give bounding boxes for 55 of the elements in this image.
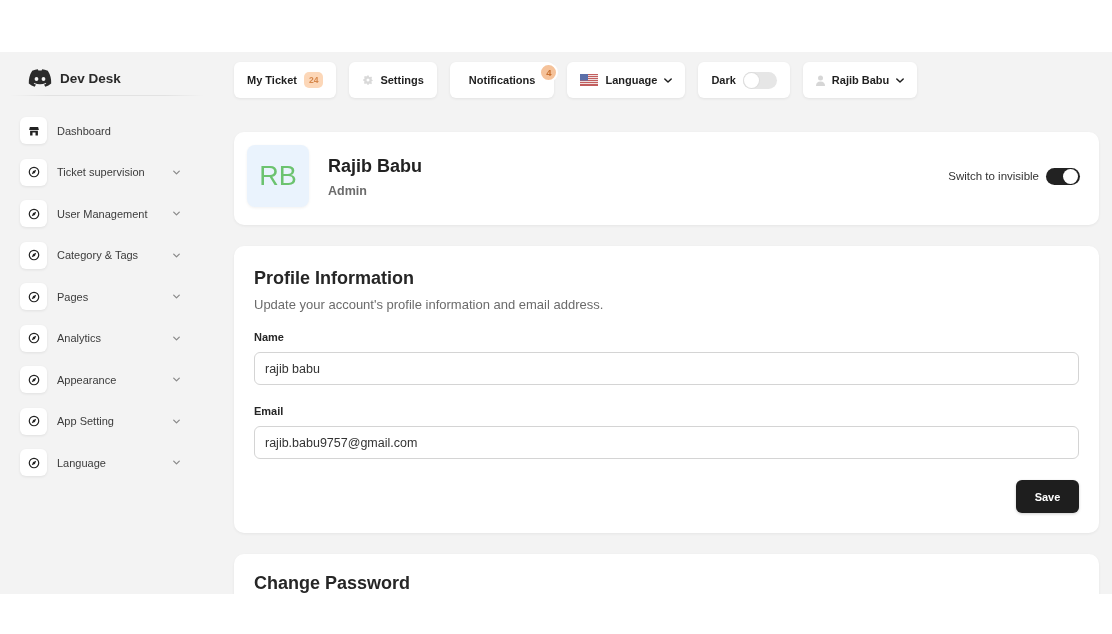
save-button[interactable]: Save bbox=[1016, 480, 1079, 513]
chevron-down-icon bbox=[173, 335, 180, 341]
compass-icon bbox=[20, 241, 47, 269]
gear-icon bbox=[363, 75, 374, 85]
toggle-switch[interactable] bbox=[1046, 167, 1080, 185]
field-label: Name bbox=[254, 330, 285, 344]
toggle-switch[interactable] bbox=[742, 71, 777, 89]
sidebar-item[interactable]: Language bbox=[20, 449, 180, 476]
sidebar-item[interactable]: Appearance bbox=[20, 366, 180, 393]
section-title: Change Password bbox=[254, 573, 411, 593]
caret-icon bbox=[896, 77, 905, 83]
chevron-down-icon bbox=[173, 252, 180, 258]
language-button[interactable]: Language bbox=[567, 62, 686, 98]
notification-count-badge: 4 bbox=[539, 63, 559, 82]
chevron-down-icon bbox=[173, 460, 180, 465]
compass-icon bbox=[20, 449, 47, 476]
compass-icon bbox=[20, 324, 47, 352]
notifications-button[interactable]: Notifications 4 bbox=[449, 62, 555, 98]
sidebar-item[interactable]: Category & Tags bbox=[20, 241, 180, 269]
user-role: Admin bbox=[328, 182, 368, 199]
flag-icon bbox=[580, 74, 599, 86]
user-menu-button[interactable]: Rajib Babu bbox=[802, 62, 918, 98]
caret-icon bbox=[664, 77, 673, 83]
section-description: Update your account's profile information and email address. bbox=[254, 296, 605, 314]
sidebar-item[interactable]: Pages bbox=[20, 283, 180, 310]
logo-icon bbox=[28, 69, 52, 87]
compass-icon bbox=[20, 366, 47, 393]
chevron-down-icon bbox=[173, 211, 180, 216]
sidebar-item[interactable]: Dashboard bbox=[20, 117, 180, 144]
settings-button[interactable]: Settings bbox=[349, 62, 437, 98]
user-name: Rajib Babu bbox=[328, 154, 422, 177]
input-field[interactable]: rajib.babu9757@gmail.com bbox=[254, 426, 1079, 459]
chevron-down-icon bbox=[173, 294, 180, 299]
chevron-down-icon bbox=[173, 377, 180, 382]
sidebar-item[interactable]: User Management bbox=[20, 200, 180, 227]
my-ticket-button[interactable]: My Ticket 24 bbox=[234, 62, 337, 98]
section-title: Profile Information bbox=[254, 267, 415, 290]
input-field[interactable]: rajib babu bbox=[254, 352, 1079, 385]
chevron-down-icon bbox=[173, 169, 180, 175]
initials-avatar: RB bbox=[247, 145, 309, 207]
compass-icon bbox=[20, 200, 47, 227]
sidebar-item[interactable]: App Setting bbox=[20, 407, 180, 435]
dark-mode-control[interactable]: Dark bbox=[698, 62, 790, 98]
store-icon bbox=[20, 117, 47, 144]
compass-icon bbox=[20, 158, 47, 186]
user-icon bbox=[815, 74, 825, 86]
chevron-down-icon bbox=[173, 418, 180, 424]
count-badge: 24 bbox=[303, 72, 324, 88]
sidebar-item[interactable]: Analytics bbox=[20, 324, 180, 352]
field-label: Email bbox=[254, 404, 285, 418]
switch-label: Switch to invisible bbox=[948, 170, 1039, 182]
compass-icon bbox=[20, 407, 47, 435]
compass-icon bbox=[20, 283, 47, 310]
app-name: Dev Desk bbox=[60, 70, 121, 86]
sidebar-item[interactable]: Ticket supervision bbox=[20, 158, 180, 186]
